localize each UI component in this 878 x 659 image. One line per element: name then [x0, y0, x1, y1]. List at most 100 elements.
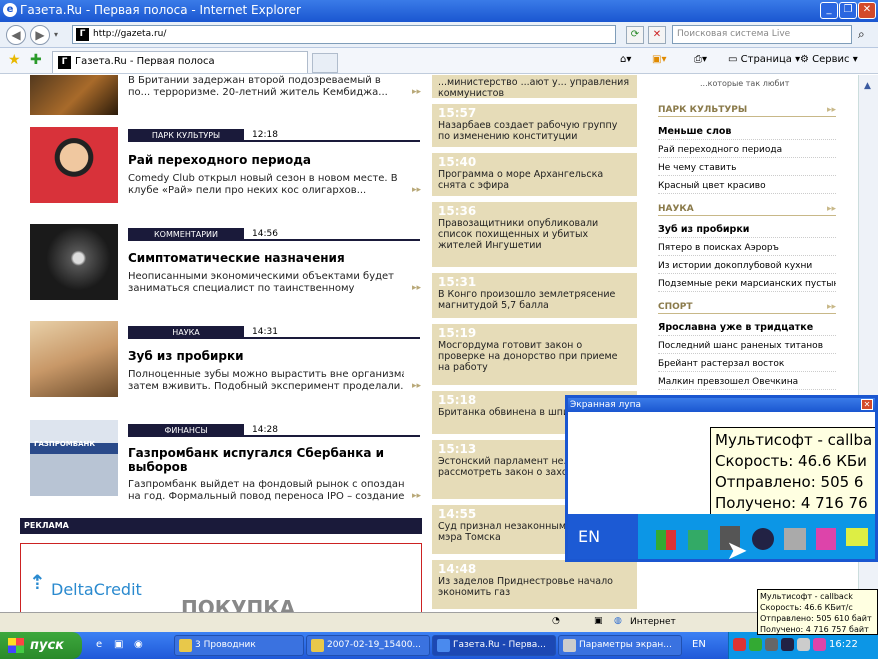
more-arrow-icon[interactable]: ▸▸	[412, 283, 421, 293]
start-button[interactable]: пуск	[0, 632, 82, 659]
refresh-icon[interactable]: ⟳	[626, 26, 644, 44]
article-time: 12:18	[252, 130, 278, 140]
news-item[interactable]: 15:31 В Конго произошло землетрясение маг…	[432, 273, 637, 321]
rss-icon[interactable]: ▣▾	[652, 54, 666, 65]
tray-icon	[752, 528, 774, 550]
right-section-header[interactable]: ПАРК КУЛЬТУРЫ ▸▸	[658, 103, 836, 117]
right-section-name: НАУКА	[658, 204, 694, 214]
tray-icon[interactable]	[781, 638, 794, 651]
magnifier-window[interactable]: Экранная лупа ✕ Мультисофт - callba Скор…	[565, 395, 878, 562]
news-item[interactable]: ...министерство ...ают у... управления к…	[432, 75, 637, 101]
clock[interactable]: 16:22	[829, 639, 858, 650]
tray-icon[interactable]	[813, 638, 826, 651]
article-thumbnail[interactable]	[30, 75, 118, 115]
article-time: 14:28	[252, 425, 278, 435]
news-item[interactable]: 14:48 Из заделов Приднестровье начало эко…	[432, 560, 637, 612]
history-dropdown-icon[interactable]: ▾	[54, 30, 58, 39]
article-title[interactable]: Газпромбанк испугался Сбербанка и выборо…	[128, 446, 418, 474]
taskbar-button[interactable]: 3 Проводник	[174, 635, 304, 656]
window-titlebar[interactable]: e Газета.Ru - Первая полоса - Internet E…	[0, 0, 878, 22]
more-arrow-icon[interactable]: ▸▸	[412, 185, 421, 195]
search-icon[interactable]: ⌕	[858, 27, 865, 42]
favorites-star-icon[interactable]: ★	[8, 52, 21, 68]
news-text: ...министерство ...ают у... управления к…	[438, 77, 630, 99]
right-link[interactable]: Пятеро в поисках Аэроръ	[658, 241, 836, 256]
news-item[interactable]: 15:19 Мосгордума готовит закон о проверке…	[432, 324, 637, 388]
ad-banner[interactable]: ⇡ DeltaCredit ПОКУПКА	[20, 543, 422, 612]
right-link[interactable]: Рай переходного периода	[658, 143, 836, 158]
article-desc: заниматься специалист по таинственному	[128, 283, 355, 294]
print-icon[interactable]: ⎙▾	[694, 54, 707, 65]
right-link[interactable]: Меньше слов	[658, 125, 836, 140]
article-title[interactable]: Зуб из пробирки	[128, 349, 418, 363]
article-time: 14:56	[252, 229, 278, 239]
news-text: Назарбаев создает рабочую группу по изме…	[438, 120, 618, 142]
back-button[interactable]: ◀	[6, 25, 26, 45]
article-thumbnail[interactable]	[30, 127, 118, 203]
news-item[interactable]: 15:36 Правозащитники опубликовали список …	[432, 202, 637, 270]
taskbar-button[interactable]: Газета.Ru - Перва...	[432, 635, 556, 656]
quicklaunch-icon[interactable]: ▣	[114, 639, 123, 650]
more-arrow-icon[interactable]: ▸▸	[412, 87, 421, 97]
home-icon[interactable]: ⌂▾	[620, 54, 631, 65]
chevron-right-icon: ▸▸	[826, 204, 836, 214]
taskbar-button-label: Параметры экран...	[579, 640, 672, 650]
right-link[interactable]: Последний шанс раненых титанов	[658, 339, 836, 354]
protected-mode-icon[interactable]: ▣	[594, 616, 603, 626]
right-section-header[interactable]: СПОРТ ▸▸	[658, 300, 836, 314]
article-title[interactable]: Рай переходного периода	[128, 153, 418, 167]
page-menu[interactable]: ▭ Страница ▾	[728, 54, 800, 65]
article-thumbnail[interactable]: ГАЗПРОМБАНК	[30, 420, 118, 496]
tray-icon[interactable]	[733, 638, 746, 651]
right-link[interactable]: Из истории докоплубовой кухни	[658, 259, 836, 274]
right-link[interactable]: Подземные реки марсианских пустынь	[658, 277, 836, 292]
article-title[interactable]: Симптоматические назначения	[128, 251, 418, 265]
maximize-button[interactable]: ❐	[839, 2, 857, 19]
tray-icon[interactable]	[749, 638, 762, 651]
news-time: 15:57	[438, 106, 477, 120]
more-arrow-icon[interactable]: ▸▸	[412, 381, 421, 391]
taskbar-button[interactable]: 2007-02-19_15400...	[306, 635, 430, 656]
quicklaunch-ie-icon[interactable]: e	[96, 639, 102, 650]
stop-icon[interactable]: ✕	[648, 26, 666, 44]
article-thumbnail[interactable]	[30, 224, 118, 300]
close-button[interactable]: ✕	[858, 2, 876, 19]
quicklaunch-icon[interactable]: ◉	[134, 639, 143, 650]
network-icon[interactable]	[765, 638, 778, 651]
section-label[interactable]: НАУКА	[128, 326, 244, 339]
news-item[interactable]: 15:57 Назарбаев создает рабочую группу по…	[432, 104, 637, 150]
right-link[interactable]: Зуб из пробирки	[658, 223, 836, 238]
delta-logo-icon: ⇡	[29, 570, 46, 594]
article-desc: Газпромбанк выйдет на фондовый рынок с о…	[128, 479, 404, 490]
magnifier-titlebar[interactable]: Экранная лупа ✕	[568, 398, 875, 412]
service-menu[interactable]: ⚙ Сервис ▾	[800, 54, 858, 65]
language-indicator[interactable]: EN	[692, 639, 706, 650]
more-arrow-icon[interactable]: ▸▸	[412, 491, 421, 501]
news-item[interactable]: 15:40 Программа о море Архангельска снята…	[432, 153, 637, 199]
security-icon[interactable]: ◔	[552, 616, 560, 626]
add-favorite-icon[interactable]: ✚	[30, 52, 42, 68]
right-section-header[interactable]: НАУКА ▸▸	[658, 202, 836, 216]
taskbar-button[interactable]: Параметры экран...	[558, 635, 682, 656]
tray-icon[interactable]	[797, 638, 810, 651]
magnifier-close-button[interactable]: ✕	[861, 399, 873, 410]
address-input[interactable]: Г http://gazeta.ru/	[72, 25, 616, 44]
right-link[interactable]: Не чему ставить	[658, 161, 836, 176]
search-input[interactable]: Поисковая система Live	[672, 25, 852, 44]
tab-gazeta[interactable]: Г Газета.Ru - Первая полоса	[52, 51, 308, 73]
right-link[interactable]: Ярославна уже в тридцатке	[658, 321, 836, 336]
article-thumbnail[interactable]	[30, 321, 118, 397]
status-bar: ◔ ▣ ◍ Интернет 🔍▾	[0, 612, 878, 632]
section-label[interactable]: ПАРК КУЛЬТУРЫ	[128, 129, 244, 142]
forward-button[interactable]: ▶	[30, 25, 50, 45]
right-link[interactable]: Красный цвет красиво	[658, 179, 836, 194]
scroll-up-icon[interactable]: ▲	[864, 81, 871, 91]
section-label[interactable]: ФИНАНСЫ	[128, 424, 244, 437]
new-tab-button[interactable]	[312, 53, 338, 73]
magnified-taskbar: EN ➤	[568, 514, 875, 559]
section-label[interactable]: КОММЕНТАРИИ	[128, 228, 244, 241]
right-link[interactable]: Малкин превзошел Овечкина	[658, 375, 836, 390]
right-link[interactable]: Брейант растерзал восток	[658, 357, 836, 372]
minimize-button[interactable]: _	[820, 2, 838, 19]
magnified-line: Получено: 4 716 76	[715, 494, 868, 512]
